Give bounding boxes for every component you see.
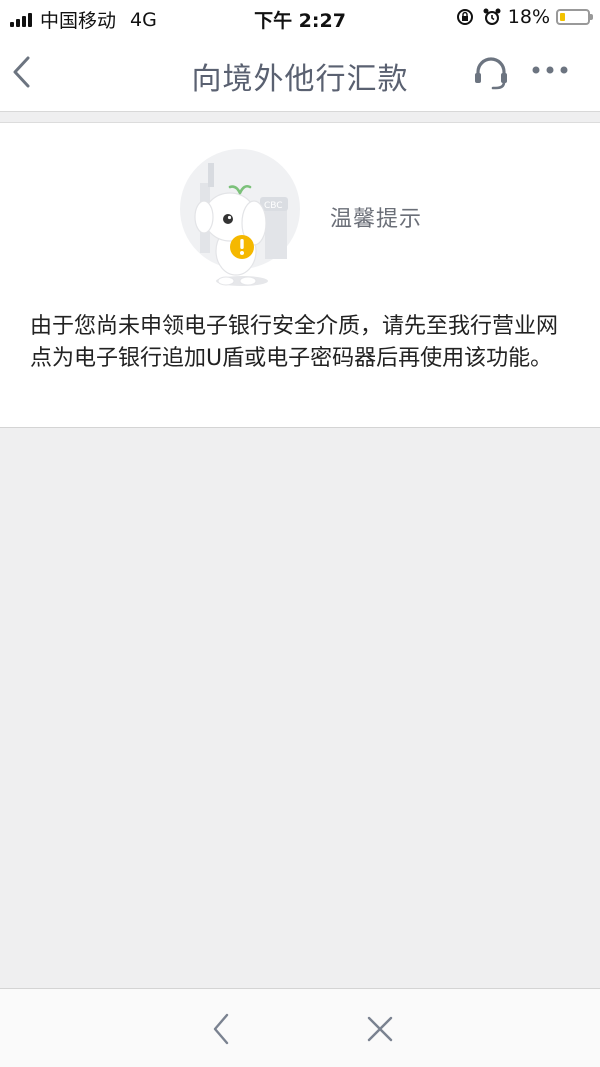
status-bar: 中国移动 4G 下午 2:27 18% [0, 0, 600, 34]
tip-title: 温馨提示 [330, 207, 423, 232]
bottom-toolbar [0, 988, 600, 1067]
battery-percent: 18% [507, 6, 550, 28]
headset-icon[interactable] [472, 56, 510, 90]
tip-card: CBC 温馨提示 由于您尚未申领电子银行安全介质，请先至我行营业网点为电子银行追… [0, 122, 600, 428]
nav-bar: 向境外他行汇款 [0, 34, 600, 112]
page-title: 向境外他行汇款 [191, 62, 409, 97]
header-gap [0, 112, 600, 122]
more-dots-icon[interactable] [530, 62, 570, 78]
mascot-badge-text: CBC [264, 201, 283, 211]
rotation-lock-icon [456, 9, 473, 25]
bottom-close-icon[interactable] [364, 1013, 396, 1045]
mascot-illustration: CBC [180, 149, 300, 286]
battery-icon [556, 9, 593, 25]
empty-content-area [0, 428, 600, 988]
alarm-icon [483, 8, 501, 25]
bottom-back-icon[interactable] [206, 1011, 236, 1047]
tip-message: 由于您尚未申领电子银行安全介质，请先至我行营业网点为电子银行追加U盾或电子密码器… [30, 314, 559, 371]
status-right: 18% [456, 6, 593, 28]
